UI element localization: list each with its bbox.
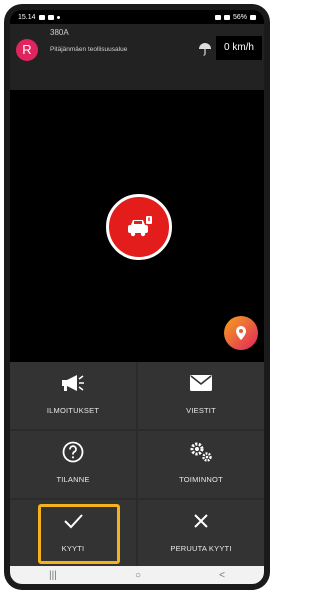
status-button[interactable]: TILANNE [10,431,136,498]
header-bar: R 380A Pitäjänmäen teollisuusalue 0 km/h [10,24,264,90]
speed-display: 0 km/h [216,36,262,60]
gears-icon [138,441,264,463]
messages-button[interactable]: VIESTIT [138,362,264,429]
dot-icon [56,15,60,19]
location-pin-icon [236,326,246,340]
avatar[interactable]: R [16,39,38,61]
question-circle-icon [10,441,136,463]
route-name: Pitäjänmäen teollisuusalue [50,46,128,53]
cloud-icon [47,14,54,20]
functions-label: TOIMINNOT [179,475,223,484]
car-alert-button[interactable] [106,194,172,260]
envelope-icon [138,372,264,394]
screen: 15.14 56% R 380A Pitäjänmäen teollisuusa… [10,10,264,584]
back-icon[interactable]: < [219,570,225,581]
battery-percent: 56% [232,13,247,21]
location-button[interactable] [224,316,258,350]
speed-unit: km/h [232,42,254,53]
route-number: 380A [50,28,69,37]
status-time: 15.14 [18,13,36,21]
recents-icon[interactable]: ||| [49,570,57,581]
phone-frame: 15.14 56% R 380A Pitäjänmäen teollisuusa… [4,4,270,590]
location-status-icon [214,14,221,20]
notifications-label: ILMOITUKSET [46,406,100,415]
messages-label: VIESTIT [186,406,216,415]
car-alert-icon [128,216,152,237]
selection-highlight [38,504,120,564]
notification-icon [38,14,45,20]
cancel-ride-label: PERUUTA KYYTI [170,544,232,553]
home-icon[interactable]: ○ [135,570,141,581]
close-icon [138,510,264,532]
cancel-ride-button[interactable]: PERUUTA KYYTI [138,500,264,567]
action-grid: ILMOITUKSET VIESTIT TILANNE TOIMINNOT KY… [10,362,264,567]
notifications-button[interactable]: ILMOITUKSET [10,362,136,429]
battery-icon [250,14,256,20]
megaphone-icon [10,372,136,394]
status-label: TILANNE [56,475,90,484]
speed-value: 0 [223,42,230,53]
signal-icon [223,14,230,20]
functions-button[interactable]: TOIMINNOT [138,431,264,498]
map-area[interactable] [10,90,264,362]
system-nav-bar: ||| ○ < [10,566,264,584]
umbrella-icon [198,42,212,59]
status-bar: 15.14 56% [10,10,264,24]
